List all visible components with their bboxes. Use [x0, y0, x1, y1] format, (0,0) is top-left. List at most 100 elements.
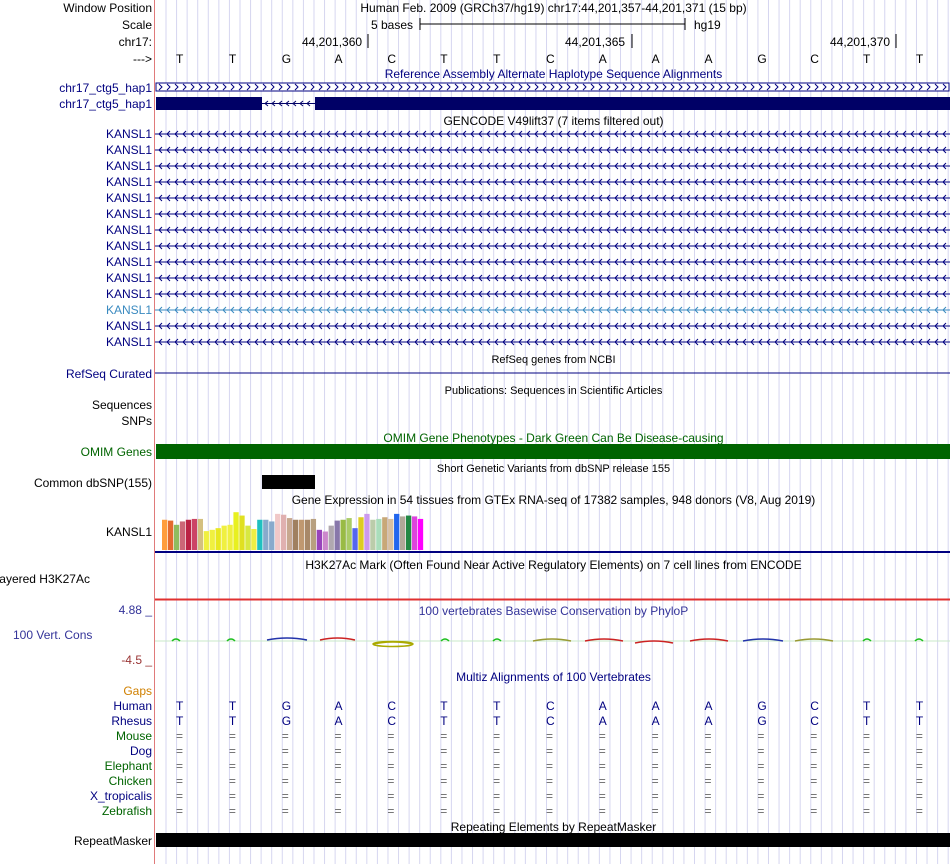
multiz-species-label[interactable]: Elephant	[0, 759, 152, 773]
gtex-tissue-bar	[388, 518, 394, 550]
gencode-row-label[interactable]: KANSL1	[0, 319, 152, 333]
gencode-transcript	[155, 242, 950, 250]
gencode-row-label[interactable]: KANSL1	[0, 191, 152, 205]
gtex-tissue-bar	[411, 516, 418, 550]
gtex-tissue-bar	[352, 528, 358, 550]
omim-bar	[156, 444, 950, 459]
gencode-row-label[interactable]: KANSL1	[0, 271, 152, 285]
gencode-row-label[interactable]: KANSL1	[0, 143, 152, 157]
gtex-tissue-bar	[203, 531, 209, 550]
multiz-species-label[interactable]: Human	[0, 699, 152, 713]
repeatmasker-label[interactable]: RepeatMasker	[0, 834, 152, 848]
conservation-ymax: 4.88 _	[118, 603, 152, 617]
conservation-label[interactable]: 100 Vert. Cons	[13, 628, 92, 642]
scale-label: Scale	[121, 18, 152, 32]
chrom-label: chr17:	[118, 35, 152, 49]
gtex-label[interactable]: KANSL1	[0, 525, 152, 539]
gtex-tissue-bar	[400, 516, 406, 550]
gencode-row-label[interactable]: KANSL1	[0, 239, 152, 253]
gtex-tissue-bar	[376, 518, 382, 550]
alt-hap-block	[155, 82, 950, 92]
gtex-tissue-bar	[275, 513, 281, 550]
gencode-transcript	[155, 338, 950, 346]
conservation-ymin: -4.5 _	[121, 653, 152, 667]
gencode-row-label[interactable]: KANSL1	[0, 335, 152, 349]
gtex-tissue-bar	[257, 519, 263, 550]
gtex-tissue-bar	[221, 525, 227, 550]
conservation-mark	[634, 640, 674, 644]
multiz-gaps-label[interactable]: Gaps	[0, 684, 152, 698]
gtex-tissue-bar	[340, 519, 346, 550]
strand-label: --->	[133, 52, 152, 66]
gencode-transcript	[155, 130, 950, 138]
gtex-tissue-bar	[269, 521, 275, 550]
gencode-transcript	[155, 210, 950, 218]
multiz-species-label[interactable]: Rhesus	[0, 714, 152, 728]
gtex-tissue-bar	[364, 513, 370, 550]
multiz-species-label[interactable]: Dog	[0, 744, 152, 758]
publications-snps-label[interactable]: SNPs	[0, 414, 152, 428]
gtex-tissue-bar	[227, 524, 233, 550]
multiz-species-label[interactable]: Chicken	[0, 774, 152, 788]
gtex-tissue-bar	[281, 514, 287, 550]
omim-label[interactable]: OMIM Genes	[0, 445, 152, 459]
gtex-tissue-bar	[298, 519, 305, 550]
gtex-tissue-bar	[322, 531, 328, 550]
gencode-row-label[interactable]: KANSL1	[0, 159, 152, 173]
gtex-tissue-bar	[286, 518, 293, 550]
gencode-row-label[interactable]: KANSL1	[0, 175, 152, 189]
gtex-tissue-bar	[179, 521, 186, 550]
multiz-species-label[interactable]: Mouse	[0, 729, 152, 743]
dbsnp-label[interactable]: Common dbSNP(155)	[0, 476, 152, 490]
gtex-tissue-bar	[209, 529, 215, 550]
gtex-tissue-bar	[162, 519, 168, 550]
gtex-tissue-bar	[167, 520, 174, 550]
gtex-tissue-bar	[239, 515, 245, 550]
gencode-transcript	[155, 322, 950, 330]
gtex-tissue-bar	[197, 518, 203, 550]
gencode-transcript	[155, 194, 950, 202]
gtex-tissue-bar	[358, 517, 364, 550]
gtex-tissue-bar	[370, 519, 376, 550]
gencode-transcript	[155, 290, 950, 298]
gtex-tissue-bar	[310, 518, 317, 550]
gencode-transcript	[155, 274, 950, 282]
window-position-label: Window Position	[63, 1, 152, 15]
gtex-tissue-bar	[316, 529, 322, 550]
gencode-row-label[interactable]: KANSL1	[0, 223, 152, 237]
dbsnp-variant	[262, 475, 315, 489]
gtex-tissue-bar	[173, 524, 180, 550]
gencode-row-label[interactable]: KANSL1	[0, 207, 152, 221]
gtex-tissue-bar	[185, 519, 192, 550]
alt-hap-exon	[156, 97, 262, 110]
gtex-tissue-bar	[251, 529, 257, 550]
repeatmasker-title[interactable]: Repeating Elements by RepeatMasker	[157, 820, 950, 834]
alt-haplotype-row-1[interactable]: chr17_ctg5_hap1	[0, 81, 152, 95]
gtex-tissue-bar	[382, 517, 388, 550]
gencode-row-label[interactable]: KANSL1	[0, 303, 152, 317]
h3k27ac-label[interactable]: Layered H3K27Ac	[0, 572, 90, 586]
gtex-tissue-bar	[245, 525, 251, 550]
alt-haplotype-row-2[interactable]: chr17_ctg5_hap1	[0, 97, 152, 111]
gtex-tissue-bar	[346, 518, 352, 550]
gtex-tissue-bar	[191, 518, 198, 550]
multiz-species-label[interactable]: Zebrafish	[0, 804, 152, 818]
gencode-transcript	[155, 146, 950, 154]
gencode-transcript	[155, 178, 950, 186]
gencode-row-label[interactable]: KANSL1	[0, 255, 152, 269]
gtex-tissue-bar	[233, 512, 239, 550]
gencode-row-label[interactable]: KANSL1	[0, 287, 152, 301]
repeatmasker-bar	[156, 833, 950, 847]
conservation-mark	[319, 637, 356, 641]
gtex-tissue-bar	[215, 528, 221, 550]
gencode-transcript	[155, 162, 950, 170]
gtex-tissue-bar	[334, 520, 340, 550]
refseq-label[interactable]: RefSeq Curated	[0, 367, 152, 381]
multiz-species-label[interactable]: X_tropicalis	[0, 789, 152, 803]
gencode-transcript	[155, 258, 950, 266]
publications-sequences-label[interactable]: Sequences	[0, 398, 152, 412]
gtex-tissue-bar	[263, 519, 269, 550]
gencode-transcript	[155, 306, 950, 314]
gencode-row-label[interactable]: KANSL1	[0, 127, 152, 141]
gtex-tissue-bar	[394, 513, 400, 550]
